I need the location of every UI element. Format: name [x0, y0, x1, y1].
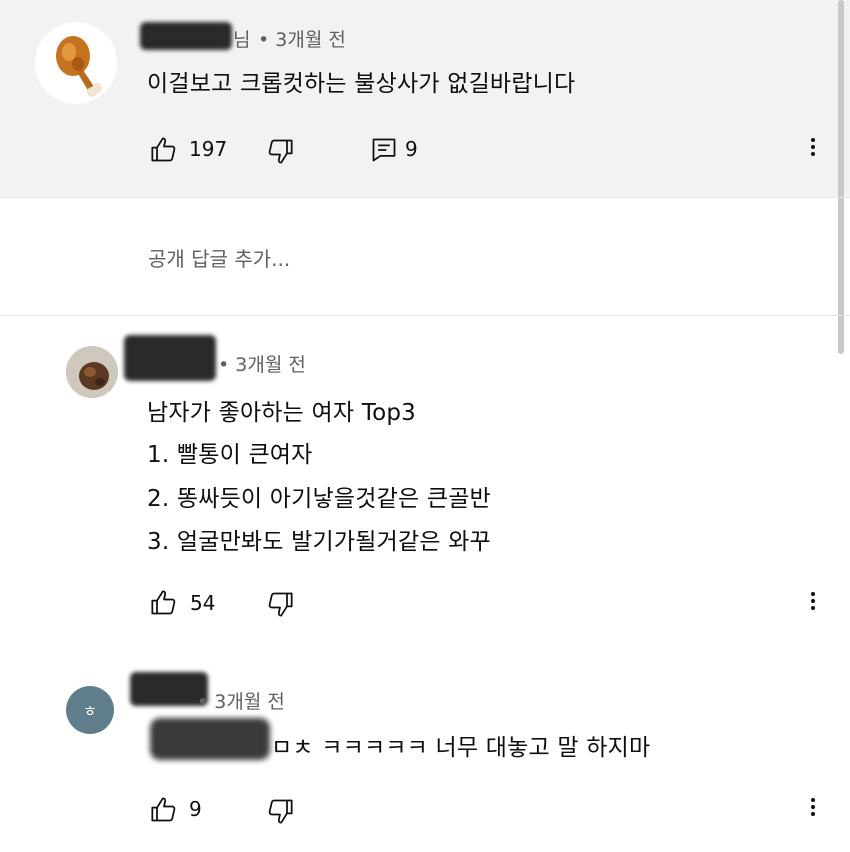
comment-time: • 3개월 전 [197, 691, 285, 713]
like-count: 54 [190, 591, 216, 615]
thumbs-up-icon[interactable] [150, 796, 178, 824]
fried-chicken-icon [66, 346, 118, 398]
comment-text: 이걸보고 크롭컷하는 불상사가 없길바랍니다 [147, 71, 576, 97]
redacted-mention [150, 718, 270, 760]
thumbs-down-icon[interactable] [266, 590, 294, 618]
avatar[interactable]: ㅎ [66, 686, 114, 734]
comment-icon[interactable] [370, 136, 398, 164]
like-count: 9 [189, 797, 202, 821]
comment-text-line: 1. 빨통이 큰여자 [147, 442, 313, 468]
thumbs-down-icon[interactable] [266, 137, 294, 165]
fried-chicken-icon [35, 22, 117, 104]
divider [0, 197, 850, 198]
avatar[interactable] [35, 22, 117, 104]
reply-count: 9 [405, 137, 418, 161]
comment-time: • 3개월 전 [258, 29, 346, 51]
more-vert-icon[interactable] [808, 795, 818, 823]
thumbs-down-icon[interactable] [266, 797, 294, 825]
like-count: 197 [189, 137, 228, 161]
reply-input[interactable]: 공개 답글 추가... [148, 243, 290, 272]
comment-text-line: 2. 똥싸듯이 아기낳을것같은 큰골반 [147, 486, 491, 512]
more-vert-icon[interactable] [808, 589, 818, 617]
redacted-author-name [124, 335, 216, 381]
highlighted-comment [0, 0, 850, 197]
more-vert-icon[interactable] [808, 135, 818, 163]
thumbs-up-icon[interactable] [150, 589, 178, 617]
thumbs-up-icon[interactable] [150, 136, 178, 164]
comment-text-line: 남자가 좋아하는 여자 Top3 [147, 400, 417, 426]
author-name-suffix: 님 [233, 29, 251, 51]
comment-text: ㅁㅊ ㅋㅋㅋㅋㅋ 너무 대놓고 말 하지마 [271, 735, 651, 761]
scrollbar[interactable] [838, 0, 844, 354]
avatar[interactable] [66, 346, 118, 398]
comment-text-line: 3. 얼굴만봐도 발기가될거같은 와꾸 [147, 529, 491, 555]
divider [0, 315, 850, 316]
redacted-author-name [140, 22, 232, 50]
comment-time: • 3개월 전 [218, 354, 306, 376]
